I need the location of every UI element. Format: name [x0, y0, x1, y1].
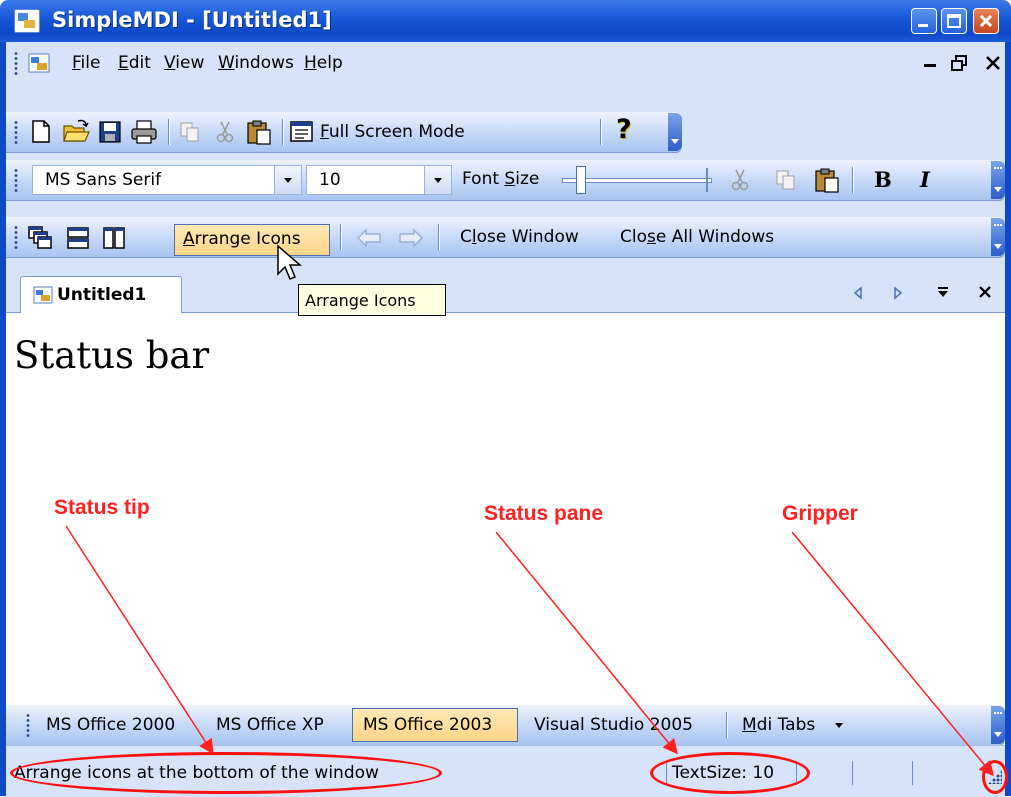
theme-ms-office-2003-label: MS Office 2003	[363, 715, 493, 735]
theme-ms-office-2000[interactable]: MS Office 2000	[46, 715, 175, 735]
menu-bar: File Edit View Windows Help	[6, 42, 1005, 84]
toolbar-overflow-chevron[interactable]	[991, 706, 1005, 744]
tab-list-icon[interactable]	[936, 285, 950, 299]
standard-toolbar: Full Screen Mode ?	[6, 112, 682, 153]
menu-help[interactable]: Help	[304, 53, 343, 73]
mouse-cursor-icon	[277, 244, 302, 280]
title-bar[interactable]: SimpleMDI - [Untitled1]	[0, 0, 1011, 42]
chevron-down-icon	[834, 722, 843, 728]
toolbar-separator	[282, 119, 284, 145]
cascade-icon[interactable]	[28, 226, 52, 250]
full-screen-label: Full Screen Mode	[320, 122, 465, 142]
menu-windows[interactable]: Windows	[218, 53, 294, 73]
toolbar-gripper[interactable]	[14, 120, 18, 144]
open-folder-icon[interactable]	[62, 119, 90, 145]
format-toolbar: MS Sans Serif 10 Font Size B I	[6, 160, 1005, 201]
italic-button[interactable]: I	[920, 167, 930, 192]
close-window-button[interactable]: Close Window	[460, 227, 579, 247]
tab-label: Untitled1	[57, 285, 147, 305]
tile-horizontal-icon[interactable]	[66, 226, 90, 250]
font-size-combo[interactable]: 10	[306, 165, 452, 195]
font-size-label: Font Size	[462, 169, 540, 189]
mdi-close-button[interactable]	[984, 54, 1002, 72]
new-file-icon[interactable]	[30, 120, 52, 144]
window-frame-right	[1005, 42, 1011, 796]
format-paste-icon[interactable]	[814, 167, 840, 193]
maximize-button[interactable]	[941, 8, 967, 34]
format-cut-icon[interactable]	[730, 168, 750, 192]
menu-gripper[interactable]	[14, 51, 18, 75]
theme-toolbar: MS Office 2000 MS Office XP MS Office 20…	[6, 705, 1005, 746]
minimize-button[interactable]	[911, 8, 937, 34]
annotation-status-pane: Status pane	[484, 502, 604, 525]
annotation-gripper: Gripper	[782, 502, 858, 525]
next-window-icon[interactable]	[396, 227, 424, 249]
tab-close-icon[interactable]	[978, 285, 992, 299]
app-icon[interactable]	[14, 9, 40, 33]
close-button[interactable]	[973, 8, 999, 34]
gripper-highlight	[982, 760, 1008, 794]
slider-thumb[interactable]	[576, 166, 586, 194]
toolbar-gripper[interactable]	[14, 225, 18, 249]
cut-icon[interactable]	[214, 120, 236, 144]
toolbar-separator	[852, 167, 854, 193]
copy-icon[interactable]	[178, 120, 202, 144]
close-icon	[979, 14, 993, 28]
font-size-slider[interactable]	[562, 166, 714, 194]
annotation-status-tip: Status tip	[54, 496, 150, 519]
tab-scroll-left-icon[interactable]	[852, 286, 864, 300]
theme-ms-office-xp[interactable]: MS Office XP	[216, 715, 324, 735]
save-icon[interactable]	[98, 120, 122, 144]
font-name-dropdown-arrow[interactable]	[274, 166, 301, 194]
status-pane-separator	[852, 761, 853, 785]
window-toolbar: Close Window Close All Windows	[6, 217, 1005, 258]
mdi-tabs-dropdown[interactable]: Mdi Tabs	[742, 715, 843, 735]
tab-scroll-right-icon[interactable]	[892, 286, 904, 300]
toolbar-separator	[600, 119, 602, 145]
toolbar-overflow-chevron[interactable]	[991, 161, 1005, 199]
arrange-icons-button[interactable]: Arrange Icons	[174, 224, 330, 256]
toolbar-overflow-chevron[interactable]	[991, 218, 1005, 256]
font-size-value: 10	[319, 170, 341, 190]
toolbar-separator	[168, 119, 170, 145]
tooltip: Arrange Icons	[298, 284, 446, 316]
full-screen-button[interactable]: Full Screen Mode	[290, 118, 502, 146]
toolbar-gripper[interactable]	[14, 168, 18, 192]
window-title: SimpleMDI - [Untitled1]	[52, 8, 332, 32]
paste-icon[interactable]	[246, 119, 272, 145]
font-name-combo[interactable]: MS Sans Serif	[32, 165, 302, 195]
close-all-windows-button[interactable]: Close All Windows	[620, 227, 774, 247]
format-copy-icon[interactable]	[774, 168, 798, 192]
status-pane-separator	[912, 761, 913, 785]
bold-button[interactable]: B	[874, 167, 892, 192]
full-screen-icon	[290, 121, 313, 142]
theme-ms-office-2003[interactable]: MS Office 2003	[352, 708, 518, 742]
toolbar-separator	[726, 712, 728, 738]
toolbar-separator	[340, 224, 342, 250]
slider-end-tick	[706, 168, 708, 192]
toolbar-separator	[438, 224, 440, 250]
previous-window-icon[interactable]	[356, 227, 384, 249]
tile-vertical-icon[interactable]	[102, 226, 126, 250]
menu-view[interactable]: View	[164, 53, 204, 73]
status-pane-highlight	[650, 752, 810, 794]
font-size-dropdown-arrow[interactable]	[424, 166, 451, 194]
toolbar-gripper[interactable]	[26, 713, 30, 737]
status-tip-highlight	[10, 752, 442, 794]
menu-edit[interactable]: Edit	[118, 53, 151, 73]
font-name-value: MS Sans Serif	[45, 170, 162, 190]
document-icon	[33, 286, 53, 304]
mdi-minimize-button[interactable]	[924, 64, 936, 67]
mdi-restore-button[interactable]	[950, 54, 968, 72]
print-icon[interactable]	[130, 119, 158, 145]
mdi-child-icon[interactable]	[28, 52, 52, 74]
toolbar-overflow-chevron[interactable]	[668, 113, 682, 151]
help-icon[interactable]: ?	[616, 114, 632, 145]
theme-visual-studio-2005[interactable]: Visual Studio 2005	[534, 715, 693, 735]
document-heading: Status bar	[14, 334, 210, 377]
tab-untitled1[interactable]: Untitled1	[20, 276, 182, 313]
menu-file[interactable]: File	[72, 53, 100, 73]
